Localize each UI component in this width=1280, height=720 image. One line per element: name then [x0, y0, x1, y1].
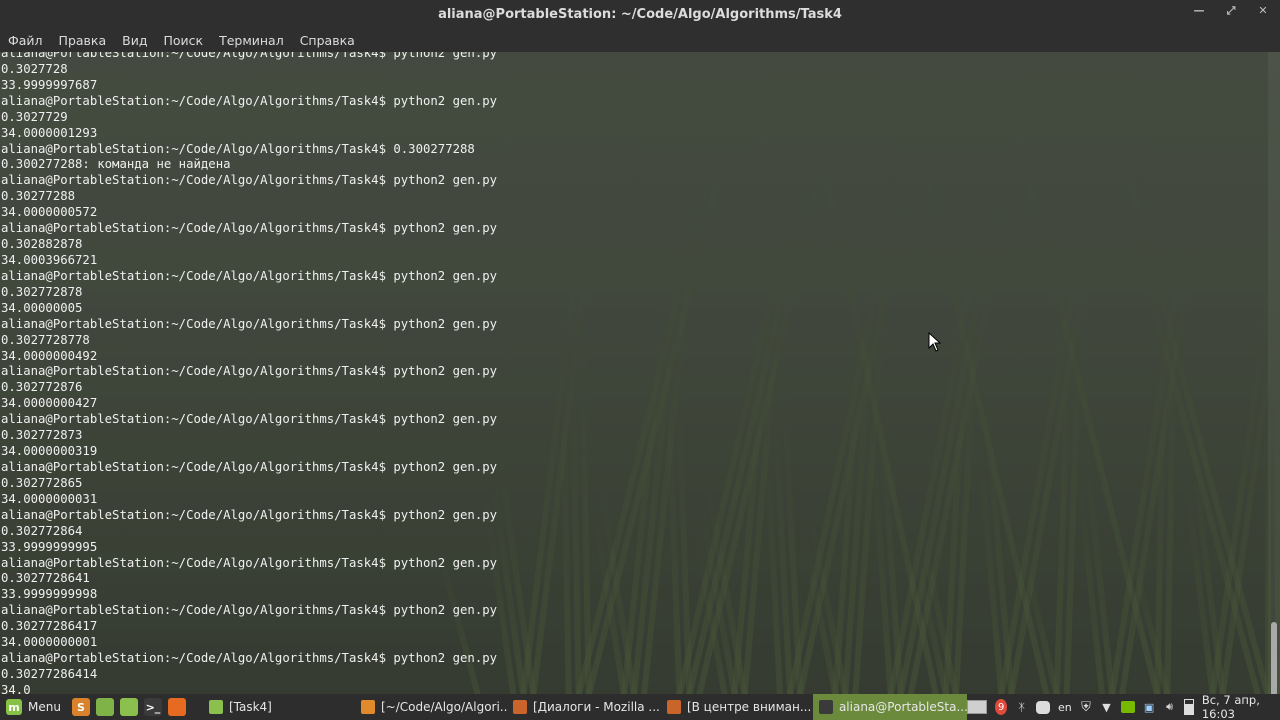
terminal-line: 34.0000000572 [1, 205, 98, 220]
firefox-icon [512, 700, 527, 714]
terminal-line: 34.0000000492 [1, 348, 98, 363]
terminal-line: 0.3027728 [1, 61, 68, 76]
terminal-text: aliana@PortableStation:~/Code/Algo/Algor… [1, 52, 497, 694]
menu-terminal[interactable]: Терминал [211, 33, 292, 48]
firefox-icon [666, 700, 681, 714]
terminal-line: 34.0 [1, 682, 31, 694]
language-indicator[interactable]: en [1058, 699, 1072, 715]
window-list: [Task4] [~/Code/Algo/Algori... [Диалоги - … [203, 694, 967, 720]
files-icon[interactable] [119, 698, 138, 716]
terminal-line: 34.0000000319 [1, 444, 98, 459]
terminal-line: 0.302772864 [1, 523, 83, 538]
start-menu-button[interactable]: m Menu [0, 699, 69, 715]
terminal-line: 34.0000000001 [1, 635, 98, 650]
taskbar-window-button[interactable]: [Диалоги - Mozilla ... [507, 694, 661, 720]
terminal-line: aliana@PortableStation:~/Code/Algo/Algor… [1, 364, 498, 379]
terminal-line: 33.9999999998 [1, 587, 98, 602]
shield-icon[interactable]: ⛨ [1080, 699, 1093, 715]
terminal-line: aliana@PortableStation:~/Code/Algo/Algor… [1, 459, 498, 474]
network-wifi-icon[interactable]: ▼ [1100, 699, 1113, 715]
terminal-line: 0.3027728641 [1, 571, 90, 586]
linux-mint-logo-icon: m [6, 699, 22, 715]
spreadsheet-icon[interactable] [95, 698, 114, 716]
taskbar-window-button[interactable]: [В центре вниман... [661, 694, 813, 720]
terminal-icon[interactable]: >_ [143, 698, 162, 716]
close-icon[interactable]: ✕ [1256, 4, 1270, 18]
nvidia-icon[interactable] [1120, 701, 1135, 713]
menu-search[interactable]: Поиск [155, 33, 211, 48]
terminal-line: 33.9999999995 [1, 539, 98, 554]
terminal-line: 34.0000001293 [1, 125, 98, 140]
terminal-line: aliana@PortableStation:~/Code/Algo/Algor… [1, 651, 498, 666]
terminal-line: aliana@PortableStation:~/Code/Algo/Algor… [1, 507, 498, 522]
terminal-line: 34.0003966721 [1, 252, 98, 267]
menu-edit[interactable]: Правка [51, 33, 115, 48]
screen-icon[interactable] [966, 699, 987, 715]
terminal-line: aliana@PortableStation:~/Code/Algo/Algor… [1, 52, 498, 60]
terminal-line: 34.0000000031 [1, 491, 98, 506]
terminal-line: aliana@PortableStation:~/Code/Algo/Algor… [1, 555, 498, 570]
terminal-line: 0.30277288 [1, 189, 76, 204]
window-title: aliana@PortableStation: ~/Code/Algo/Algo… [438, 6, 842, 22]
terminal-line: 0.302772878 [1, 284, 83, 299]
terminal-line: 0.302882878 [1, 237, 83, 252]
terminal-line: 0.302772865 [1, 475, 83, 490]
menu-file[interactable]: Файл [0, 33, 51, 48]
minimize-icon[interactable]: — [1192, 4, 1206, 18]
taskbar-window-label: [В центре вниман... [686, 700, 812, 714]
terminal-line: 0.30277286417 [1, 619, 98, 634]
taskbar: m Menu S >_ [Task4] [~/Code/Algo/Algori...… [0, 693, 1280, 720]
terminal-line: 0.3027729 [1, 109, 68, 124]
terminal-line: 0.302772876 [1, 380, 83, 395]
terminal-line: aliana@PortableStation:~/Code/Algo/Algor… [1, 173, 498, 188]
terminal-output-area[interactable]: aliana@PortableStation:~/Code/Algo/Algor… [0, 52, 1268, 694]
terminal-line: aliana@PortableStation:~/Code/Algo/Algor… [1, 316, 498, 331]
firefox-icon[interactable] [167, 698, 186, 716]
menu-bar: Файл Правка Вид Поиск Терминал Справка [0, 28, 1280, 52]
taskbar-window-button[interactable]: [~/Code/Algo/Algori... [355, 694, 507, 720]
notification-badge-icon[interactable]: 9 [994, 699, 1008, 715]
terminal-scrollbar[interactable] [1268, 52, 1280, 720]
system-tray: 9 ᛡ en ⛨ ▼ ▣ 🔊︎ Вс, 7 апр, 16:03 [966, 693, 1280, 720]
menu-view[interactable]: Вид [114, 33, 155, 48]
menu-help[interactable]: Справка [292, 33, 363, 48]
terminal-line: aliana@PortableStation:~/Code/Algo/Algor… [1, 221, 498, 236]
taskbar-window-button[interactable]: aliana@PortableSta... [812, 694, 967, 720]
terminal-line: aliana@PortableStation:~/Code/Algo/Algor… [1, 268, 498, 283]
volume-icon[interactable]: 🔊︎ [1163, 699, 1176, 715]
synaptic-icon[interactable]: S [71, 698, 90, 716]
battery-icon[interactable] [1183, 699, 1194, 715]
terminal-line: aliana@PortableStation:~/Code/Algo/Algor… [1, 93, 498, 108]
terminal-line: aliana@PortableStation:~/Code/Algo/Algor… [1, 141, 475, 156]
dropbox-icon[interactable]: ▣ [1143, 699, 1156, 715]
terminal-line: aliana@PortableStation:~/Code/Algo/Algor… [1, 603, 498, 618]
folder-icon [208, 700, 223, 714]
clock[interactable]: Вс, 7 апр, 16:03 [1202, 693, 1276, 720]
terminal-line: 33.9999997687 [1, 77, 98, 92]
terminal-line: 34.0000000427 [1, 396, 98, 411]
text-editor-icon [360, 700, 375, 714]
discord-icon[interactable] [1035, 700, 1051, 714]
terminal-line: 34.00000005 [1, 300, 83, 315]
taskbar-window-button[interactable]: [Task4] [203, 694, 355, 720]
window-controls: — ⤢ ✕ [1192, 4, 1270, 18]
terminal-line: aliana@PortableStation:~/Code/Algo/Algor… [1, 412, 498, 427]
terminal-line: 0.3027728778 [1, 332, 90, 347]
taskbar-window-label: [Диалоги - Mozilla ... [532, 700, 660, 714]
bluetooth-icon[interactable]: ᛡ [1015, 699, 1028, 715]
window-titlebar[interactable]: aliana@PortableStation: ~/Code/Algo/Algo… [0, 0, 1280, 28]
taskbar-window-label: [~/Code/Algo/Algori... [380, 700, 507, 714]
maximize-icon[interactable]: ⤢ [1224, 4, 1238, 18]
terminal-line: 0.30277286414 [1, 666, 98, 681]
terminal-icon [818, 700, 833, 714]
menu-label: Menu [28, 700, 61, 714]
taskbar-window-label: [Task4] [228, 700, 272, 714]
terminal-line: 0.300277288: команда не найдена [1, 157, 231, 172]
quick-launchers: S >_ [69, 698, 189, 716]
terminal-line: 0.302772873 [1, 428, 83, 443]
taskbar-window-label: aliana@PortableSta... [838, 700, 967, 714]
